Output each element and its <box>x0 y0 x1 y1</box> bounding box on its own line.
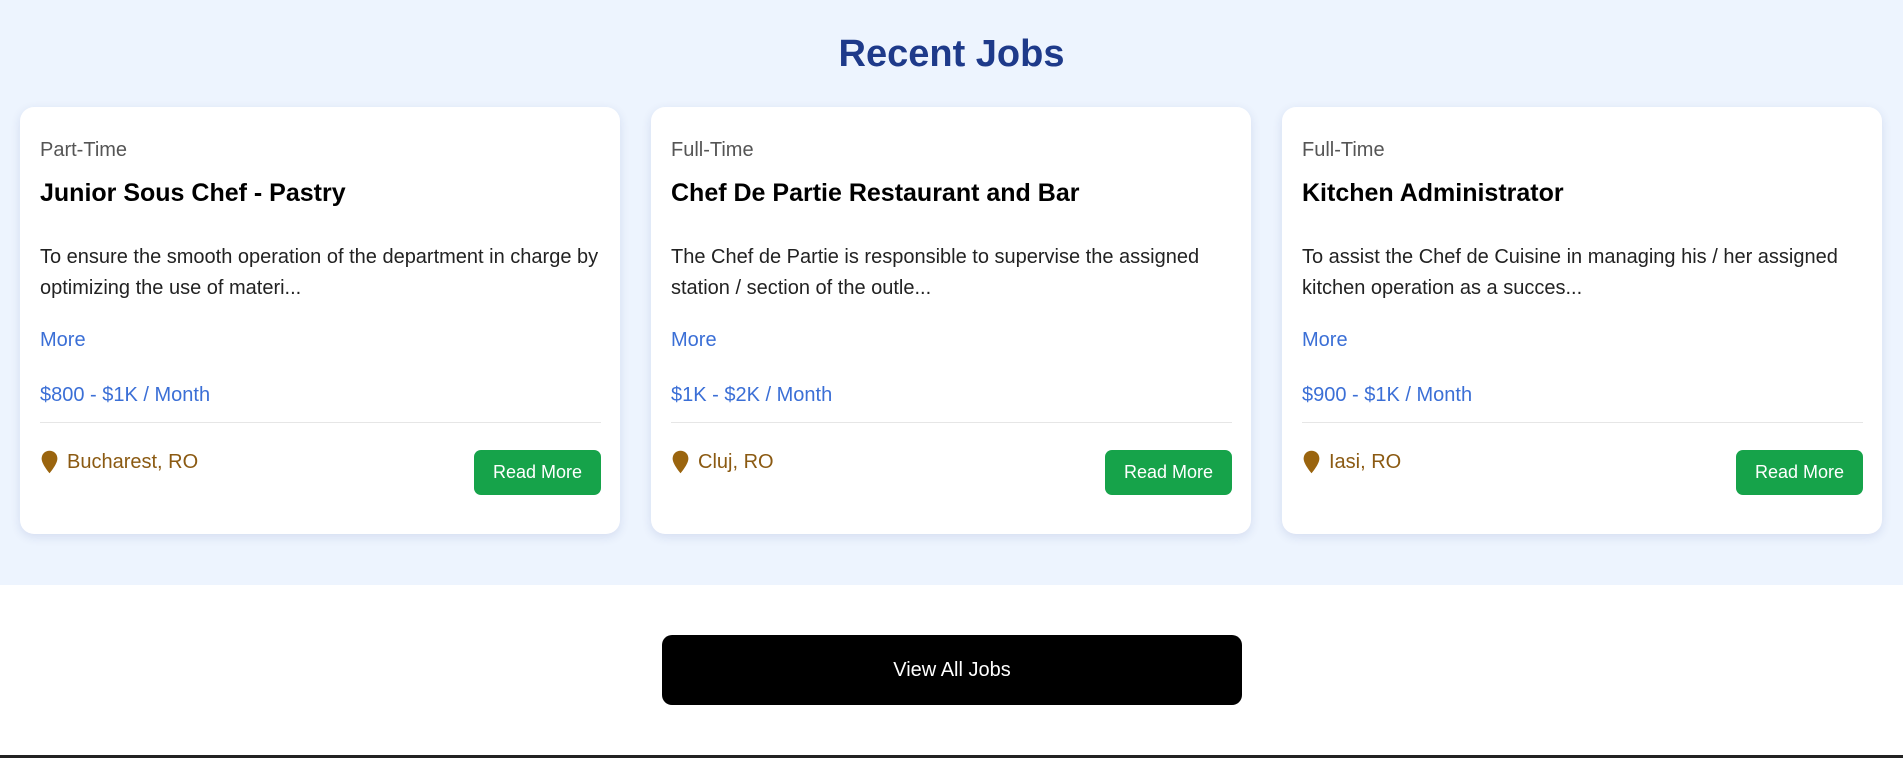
job-location-text: Iasi, RO <box>1329 450 1402 473</box>
job-description: To assist the Chef de Cuisine in managin… <box>1302 246 1838 299</box>
map-pin-icon <box>41 450 58 474</box>
job-title: Chef De Partie Restaurant and Bar <box>671 179 1080 207</box>
job-type: Full-Time <box>1302 139 1385 161</box>
job-description: The Chef de Partie is responsible to sup… <box>671 246 1200 299</box>
job-description: To ensure the smooth operation of the de… <box>40 246 599 299</box>
section-title: Recent Jobs <box>838 33 1065 75</box>
job-location: Bucharest, RO <box>40 450 198 474</box>
divider <box>1302 422 1863 423</box>
divider <box>671 422 1232 423</box>
read-more-button[interactable]: Read More <box>1105 450 1232 495</box>
job-type: Part-Time <box>40 139 128 161</box>
job-location-text: Bucharest, RO <box>67 450 199 473</box>
job-type: Full-Time <box>671 139 754 161</box>
job-card: Full-Time Chef De Partie Restaurant and … <box>651 107 1251 534</box>
job-location-text: Cluj, RO <box>698 450 774 473</box>
read-more-button[interactable]: Read More <box>474 450 601 495</box>
map-pin-icon <box>672 450 689 474</box>
job-salary: $1K - $2K / Month <box>671 384 833 406</box>
job-location: Cluj, RO <box>671 450 774 474</box>
job-title: Junior Sous Chef - Pastry <box>40 179 346 207</box>
job-card: Part-Time Junior Sous Chef - Pastry To e… <box>20 107 620 534</box>
view-all-jobs-button[interactable]: View All Jobs <box>662 635 1242 705</box>
job-card: Full-Time Kitchen Administrator To assis… <box>1282 107 1882 534</box>
more-link[interactable]: More <box>40 329 86 352</box>
job-salary: $800 - $1K / Month <box>40 384 211 406</box>
more-link[interactable]: More <box>671 329 717 352</box>
recent-jobs-section: Recent Jobs Part-Time Junior Sous Chef -… <box>0 0 1903 585</box>
more-link[interactable]: More <box>1302 329 1348 352</box>
job-salary: $900 - $1K / Month <box>1302 384 1473 406</box>
job-location: Iasi, RO <box>1302 450 1401 474</box>
job-title: Kitchen Administrator <box>1302 179 1564 207</box>
map-pin-icon <box>1303 450 1320 474</box>
read-more-button[interactable]: Read More <box>1736 450 1863 495</box>
divider <box>40 422 601 423</box>
